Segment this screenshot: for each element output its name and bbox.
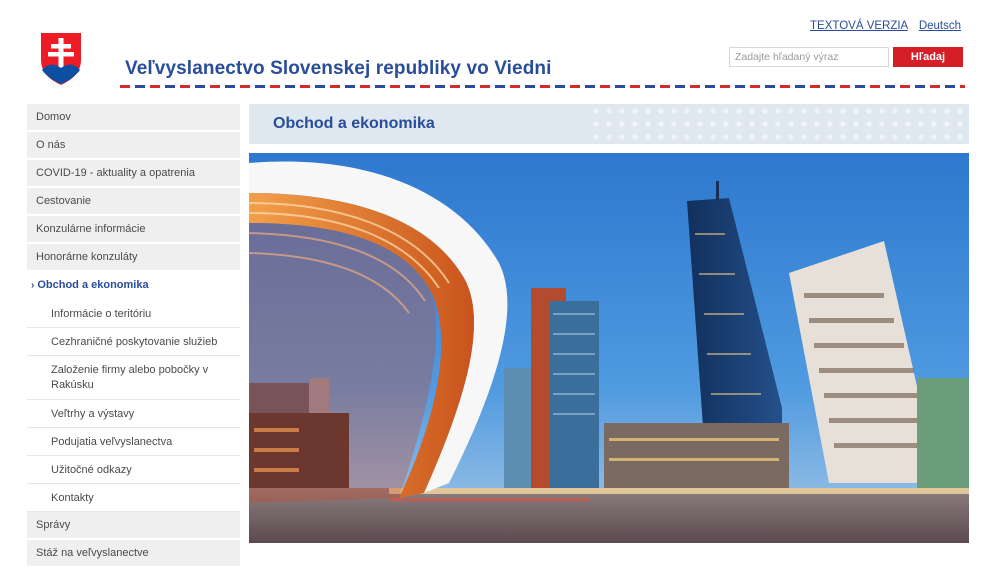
sidebar-item-label: O nás xyxy=(36,139,66,151)
sidebar-item-label: Kontakty xyxy=(51,491,94,504)
sidebar-item-label: Obchod a ekonomika xyxy=(37,279,149,291)
language-link-deutsch[interactable]: Deutsch xyxy=(919,20,961,32)
hero-image xyxy=(249,153,969,543)
text-version-link[interactable]: TEXTOVÁ VERZIA xyxy=(810,20,908,32)
banner-pattern xyxy=(589,104,969,144)
sidebar-item-staz[interactable]: Stáž na veľvyslanectve xyxy=(27,540,240,568)
sidebar-item-covid[interactable]: COVID-19 - aktuality a opatrenia xyxy=(27,160,240,188)
sidebar-item-label: Cestovanie xyxy=(36,195,92,207)
search-button[interactable]: Hľadaj xyxy=(893,47,963,67)
sidebar-subitem-podujatia[interactable]: Podujatia veľvyslanectva xyxy=(27,428,240,456)
sidebar-subitem-uzitocne-odkazy[interactable]: Užitočné odkazy xyxy=(27,456,240,484)
search-input[interactable] xyxy=(729,47,889,67)
sidebar-item-spravy[interactable]: Správy xyxy=(27,512,240,540)
active-marker-icon: › xyxy=(31,279,35,291)
sidebar-item-label: COVID-19 - aktuality a opatrenia xyxy=(36,167,195,179)
sidebar-item-cestovanie[interactable]: Cestovanie xyxy=(27,188,240,216)
sidebar-item-label: Založenie firmy alebo pobočky v Rakúsku xyxy=(51,363,209,391)
sidebar-item-domov[interactable]: Domov xyxy=(27,104,240,132)
sidebar-item-label: Domov xyxy=(36,111,71,123)
header-divider xyxy=(120,85,965,88)
sidebar-item-konzularne-informacie[interactable]: Konzulárne informácie xyxy=(27,216,240,244)
sidebar-nav: Domov O nás COVID-19 - aktuality a opatr… xyxy=(27,104,240,568)
page-title: Obchod a ekonomika xyxy=(273,115,435,132)
sidebar-subitem-veltrhy-a-vystavy[interactable]: Veľtrhy a výstavy xyxy=(27,400,240,428)
sidebar-item-label: Veľtrhy a výstavy xyxy=(51,407,135,420)
site-title[interactable]: Veľvyslanectvo Slovenskej republiky vo V… xyxy=(125,58,552,80)
sidebar-subitem-cezhranicne-sluzby[interactable]: Cezhraničné poskytovanie služieb xyxy=(27,328,240,356)
sidebar-item-label: Honorárne konzuláty xyxy=(36,251,138,263)
sidebar-item-label: Informácie o teritóriu xyxy=(51,307,152,320)
sidebar-item-label: Správy xyxy=(36,519,71,531)
sidebar-item-honorarne-konzulaty[interactable]: Honorárne konzuláty xyxy=(27,244,240,272)
sidebar-item-label: Konzulárne informácie xyxy=(36,223,146,235)
top-links: TEXTOVÁ VERZIA Deutsch xyxy=(802,20,961,32)
page-title-banner: Obchod a ekonomika xyxy=(249,104,969,144)
sidebar-item-label: Užitočné odkazy xyxy=(51,463,132,476)
sidebar-item-obchod-a-ekonomika[interactable]: › Obchod a ekonomika xyxy=(27,272,240,300)
sidebar-subitem-kontakty[interactable]: Kontakty xyxy=(27,484,240,512)
sidebar-subitem-zalozenie-firmy[interactable]: Založenie firmy alebo pobočky v Rakúsku xyxy=(27,356,240,400)
slovak-coat-of-arms-logo[interactable] xyxy=(38,30,84,88)
sidebar-item-label: Podujatia veľvyslanectva xyxy=(51,435,173,448)
sidebar-item-label: Stáž na veľvyslanectve xyxy=(36,547,149,559)
sidebar-item-label: Cezhraničné poskytovanie služieb xyxy=(51,335,218,348)
sidebar-subitem-informacie-o-teritoriu[interactable]: Informácie o teritóriu xyxy=(27,300,240,328)
sidebar-item-o-nas[interactable]: O nás xyxy=(27,132,240,160)
